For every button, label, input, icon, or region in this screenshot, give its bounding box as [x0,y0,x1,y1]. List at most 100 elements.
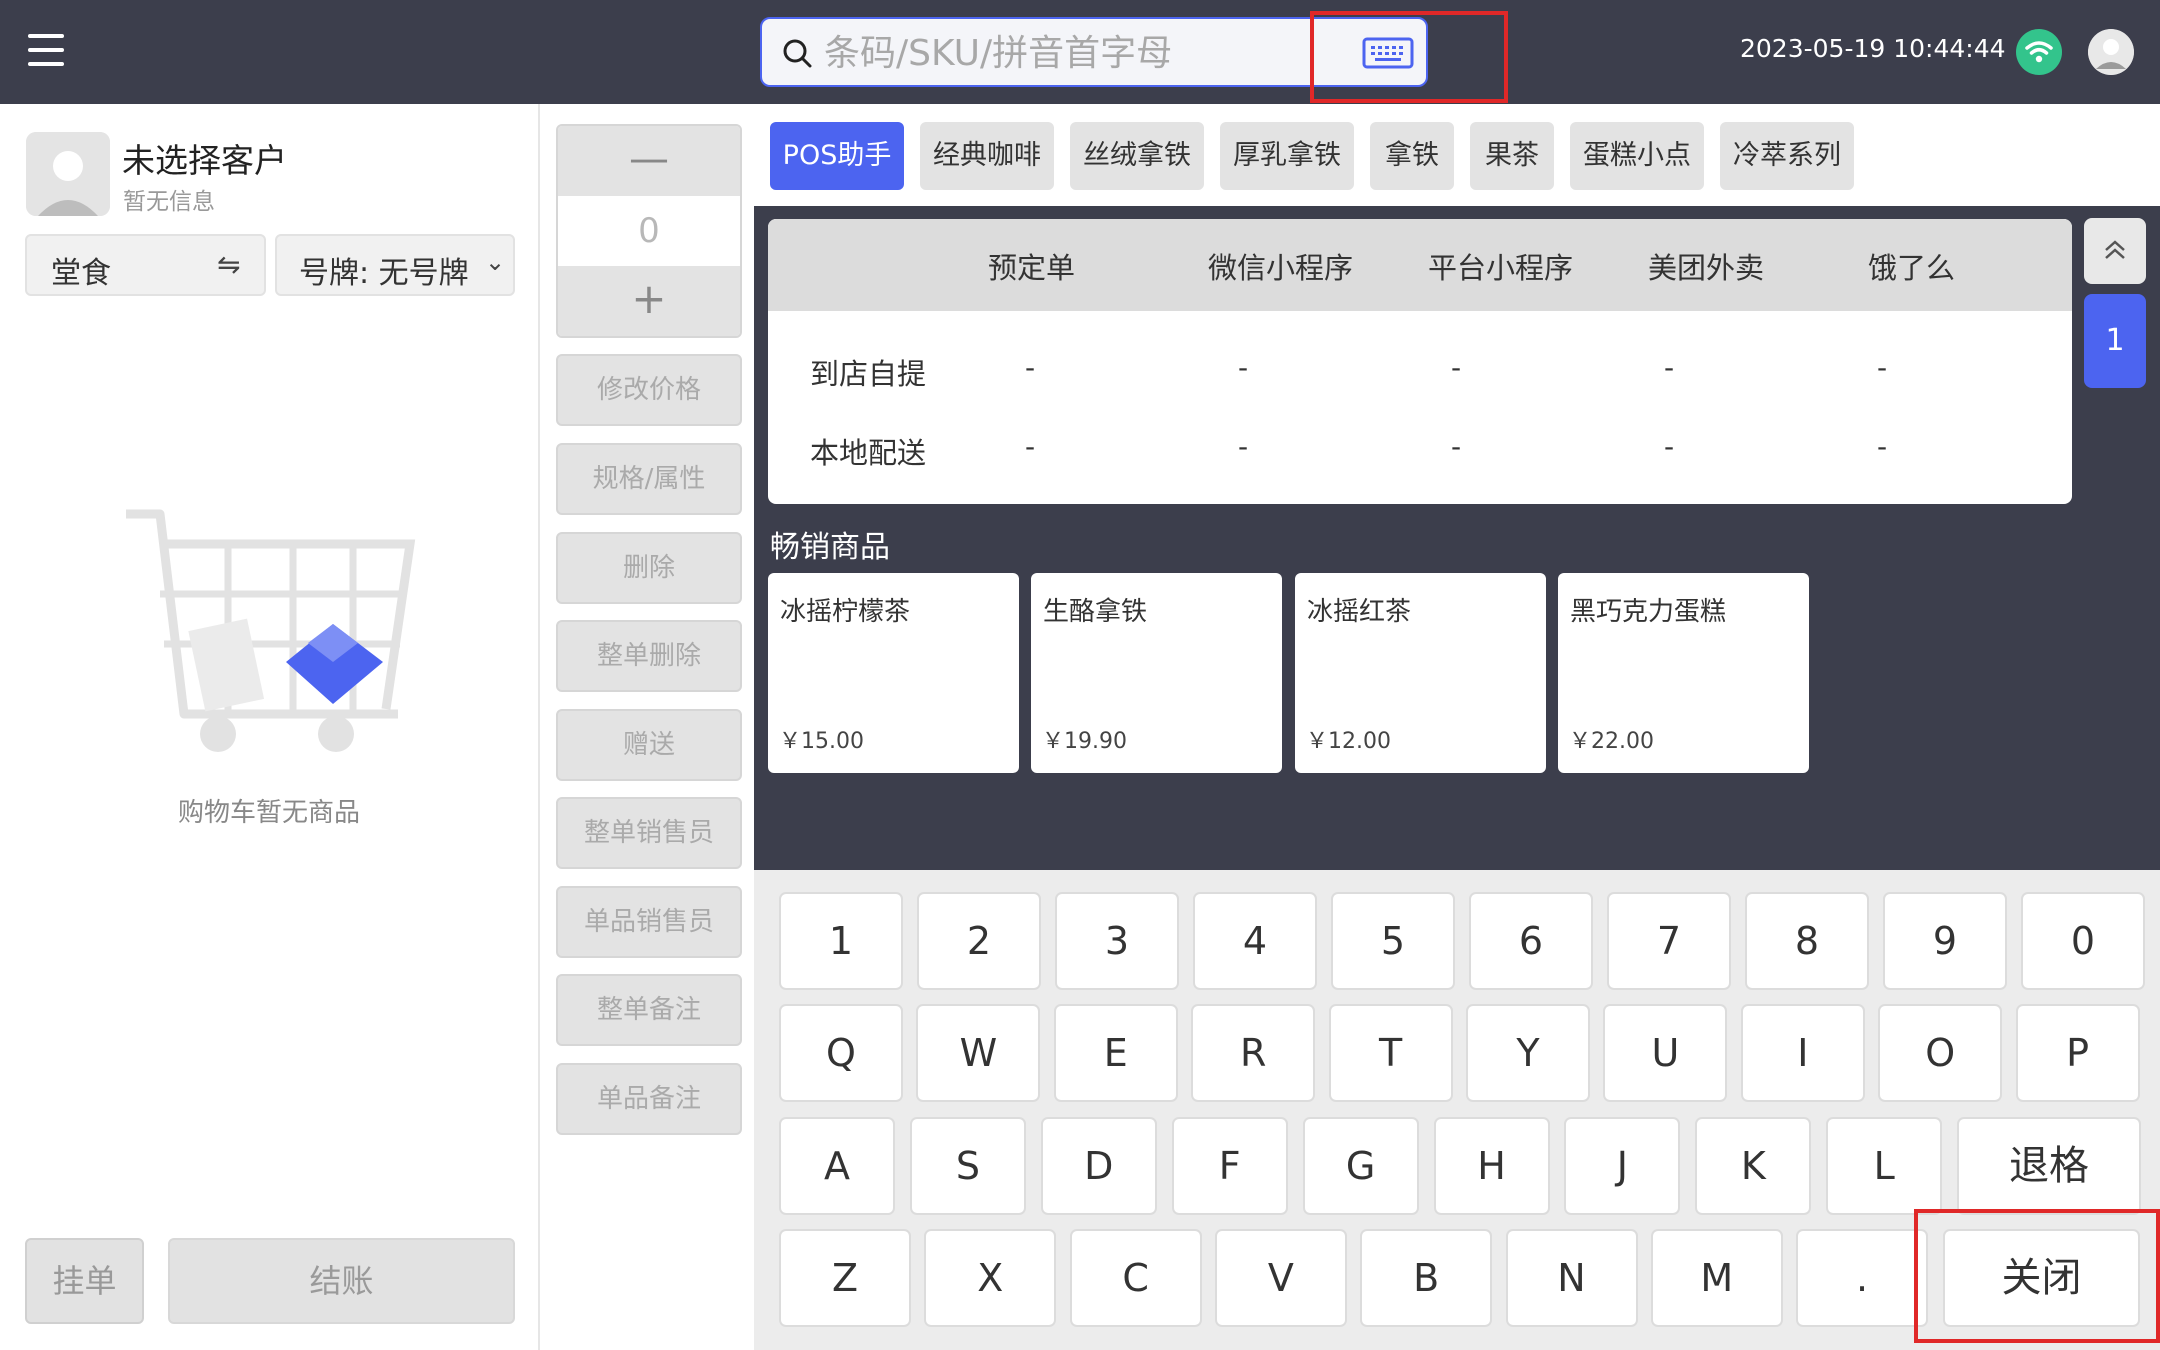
spec-attribute-button[interactable]: 规格/属性 [556,443,742,515]
tab-pos-assistant[interactable]: POS助手 [770,122,904,190]
product-name: 冰摇柠檬茶 [780,597,911,627]
key-y[interactable]: Y [1466,1004,1590,1102]
key-9[interactable]: 9 [1883,892,2007,990]
key-k[interactable]: K [1695,1117,1812,1215]
key-z[interactable]: Z [779,1229,911,1327]
key-g[interactable]: G [1302,1117,1419,1215]
key-l[interactable]: L [1826,1117,1943,1215]
product-price: ￥22.00 [1569,729,1654,754]
table-cell[interactable]: - [1238,351,1248,384]
table-cell[interactable]: - [1451,430,1461,463]
search-input[interactable] [822,27,1346,79]
user-avatar-icon[interactable] [2088,29,2134,75]
cart-empty-text: 购物车暂无商品 [177,798,360,828]
key-n[interactable]: N [1505,1229,1638,1327]
key-v[interactable]: V [1214,1229,1347,1327]
tab-velvet-latte[interactable]: 丝绒拿铁 [1070,122,1204,190]
product-price: ￥19.90 [1042,729,1127,754]
tab-cakes[interactable]: 蛋糕小点 [1570,122,1704,190]
edit-price-button[interactable]: 修改价格 [556,354,742,426]
key-0[interactable]: 0 [2021,892,2145,990]
key-2[interactable]: 2 [917,892,1041,990]
table-cell[interactable]: - [1451,351,1461,384]
delete-order-button[interactable]: 整单删除 [556,620,742,692]
key-i[interactable]: I [1740,1004,1865,1102]
page-number[interactable]: 1 [2084,294,2146,388]
row-label-delivery: 本地配送 [810,436,927,470]
product-card[interactable]: 黑巧克力蛋糕 ￥22.00 [1558,573,1809,773]
action-panel: — 0 + 修改价格 规格/属性 删除 整单删除 赠送 整单销售员 单品销售员 … [538,104,754,1350]
delete-button[interactable]: 删除 [556,532,742,604]
col-reservation: 预定单 [988,251,1076,285]
product-card[interactable]: 冰摇红茶 ￥12.00 [1295,573,1546,773]
menu-icon[interactable] [28,34,64,66]
key-u[interactable]: U [1603,1004,1728,1102]
customer-name[interactable]: 未选择客户 [122,134,287,182]
decrement-button[interactable]: — [558,126,740,196]
product-name: 黑巧克力蛋糕 [1570,597,1727,627]
key-s[interactable]: S [909,1117,1026,1215]
key-m[interactable]: M [1650,1229,1783,1327]
item-salesperson-button[interactable]: 单品销售员 [556,886,742,958]
col-eleme: 饿了么 [1868,251,1956,285]
col-platform-mini: 平台小程序 [1428,251,1574,285]
key-6[interactable]: 6 [1469,892,1593,990]
key-r[interactable]: R [1191,1004,1316,1102]
tab-fruit-tea[interactable]: 果茶 [1470,122,1554,190]
table-cell[interactable]: - [1025,430,1035,463]
top-bar: 2023-05-19 10:44:44 [0,0,2160,104]
product-card[interactable]: 生酪拿铁 ￥19.90 [1031,573,1282,773]
key-1[interactable]: 1 [779,892,903,990]
key-e[interactable]: E [1053,1004,1178,1102]
category-bar: POS助手 经典咖啡 丝绒拿铁 厚乳拿铁 拿铁 果茶 蛋糕小点 冷萃系列 [754,104,2160,206]
product-card[interactable]: 冰摇柠檬茶 ￥15.00 [768,573,1019,773]
key-d[interactable]: D [1040,1117,1157,1215]
checkout-button[interactable]: 结账 [168,1238,515,1324]
table-cell[interactable]: - [1877,351,1887,384]
product-name: 生酪拿铁 [1043,597,1148,627]
wifi-icon[interactable] [2016,29,2062,75]
table-cell[interactable]: - [1025,351,1035,384]
key-w[interactable]: W [916,1004,1041,1102]
key-7[interactable]: 7 [1607,892,1731,990]
key-period[interactable]: . [1796,1229,1929,1327]
key-h[interactable]: H [1433,1117,1550,1215]
key-a[interactable]: A [779,1117,895,1215]
key-8[interactable]: 8 [1745,892,1869,990]
key-p[interactable]: P [2015,1004,2140,1102]
key-f[interactable]: F [1171,1117,1288,1215]
plate-number-select[interactable]: 号牌: 无号牌 ⌄ [275,234,515,296]
key-b[interactable]: B [1360,1229,1493,1327]
key-o[interactable]: O [1878,1004,2003,1102]
table-cell[interactable]: - [1664,430,1674,463]
backspace-key[interactable]: 退格 [1957,1117,2141,1215]
item-note-button[interactable]: 单品备注 [556,1063,742,1135]
customer-avatar[interactable] [26,132,110,216]
key-t[interactable]: T [1328,1004,1453,1102]
col-wechat-mini: 微信小程序 [1208,251,1354,285]
key-x[interactable]: X [924,1229,1057,1327]
quantity-value[interactable]: 0 [558,196,740,266]
order-note-button[interactable]: 整单备注 [556,974,742,1046]
dine-mode-label: 堂食 [51,256,111,291]
tab-cold-brew[interactable]: 冷萃系列 [1720,122,1854,190]
key-5[interactable]: 5 [1331,892,1455,990]
key-c[interactable]: C [1069,1229,1202,1327]
key-j[interactable]: J [1564,1117,1681,1215]
tab-thick-milk-latte[interactable]: 厚乳拿铁 [1220,122,1354,190]
increment-button[interactable]: + [558,266,740,336]
chevron-up-icon[interactable] [2084,218,2146,284]
tab-latte[interactable]: 拿铁 [1370,122,1454,190]
key-q[interactable]: Q [779,1004,903,1102]
highlight-box-keyboard [1310,11,1508,103]
tab-classic-coffee[interactable]: 经典咖啡 [920,122,1054,190]
dine-mode-select[interactable]: 堂食 ⇋ [25,234,266,296]
gift-button[interactable]: 赠送 [556,709,742,781]
table-cell[interactable]: - [1877,430,1887,463]
key-3[interactable]: 3 [1055,892,1179,990]
table-cell[interactable]: - [1238,430,1248,463]
key-4[interactable]: 4 [1193,892,1317,990]
hold-order-button[interactable]: 挂单 [25,1238,144,1324]
table-cell[interactable]: - [1664,351,1674,384]
order-salesperson-button[interactable]: 整单销售员 [556,797,742,869]
